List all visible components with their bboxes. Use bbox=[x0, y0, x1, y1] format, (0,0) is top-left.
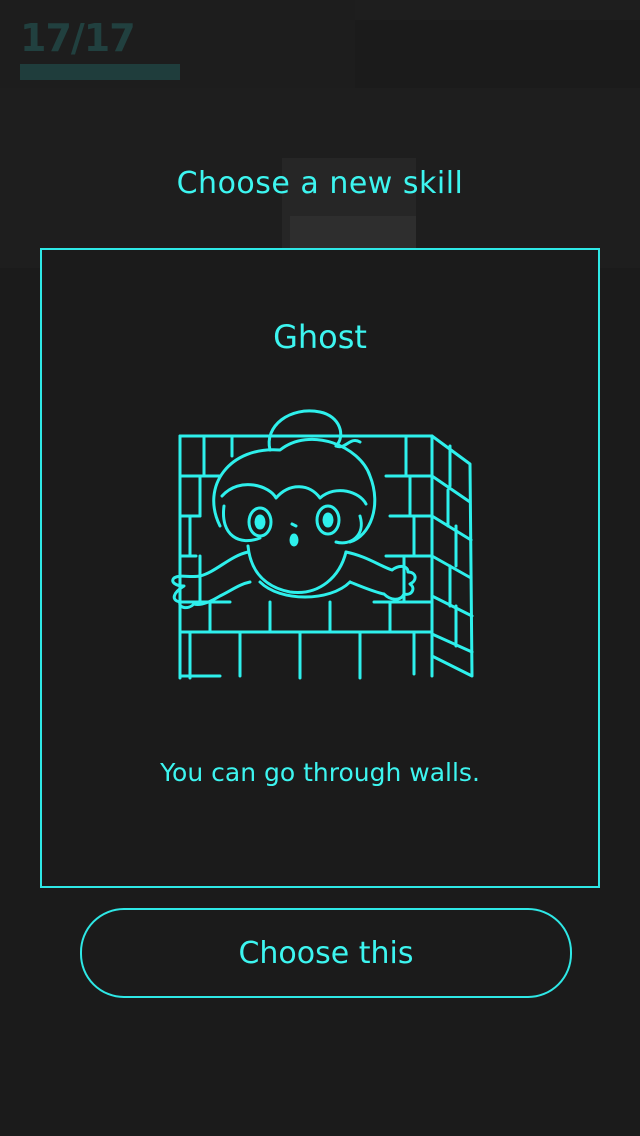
level-progress-label: 17/17 bbox=[20, 16, 136, 60]
skill-select-screen: 17/17 Choose a new skill Ghost You can g… bbox=[0, 0, 640, 1136]
level-progress-bar bbox=[20, 64, 180, 80]
ghost-in-wall-icon bbox=[171, 409, 474, 680]
skill-name: Ghost bbox=[273, 318, 367, 356]
skill-card: Ghost You can go through walls. bbox=[40, 248, 600, 888]
level-progress-fill bbox=[20, 64, 180, 80]
skill-description: You can go through walls. bbox=[160, 758, 480, 787]
modal-title: Choose a new skill bbox=[176, 166, 464, 201]
choose-skill-button[interactable]: Choose this bbox=[80, 908, 572, 998]
background-panel bbox=[355, 0, 640, 20]
